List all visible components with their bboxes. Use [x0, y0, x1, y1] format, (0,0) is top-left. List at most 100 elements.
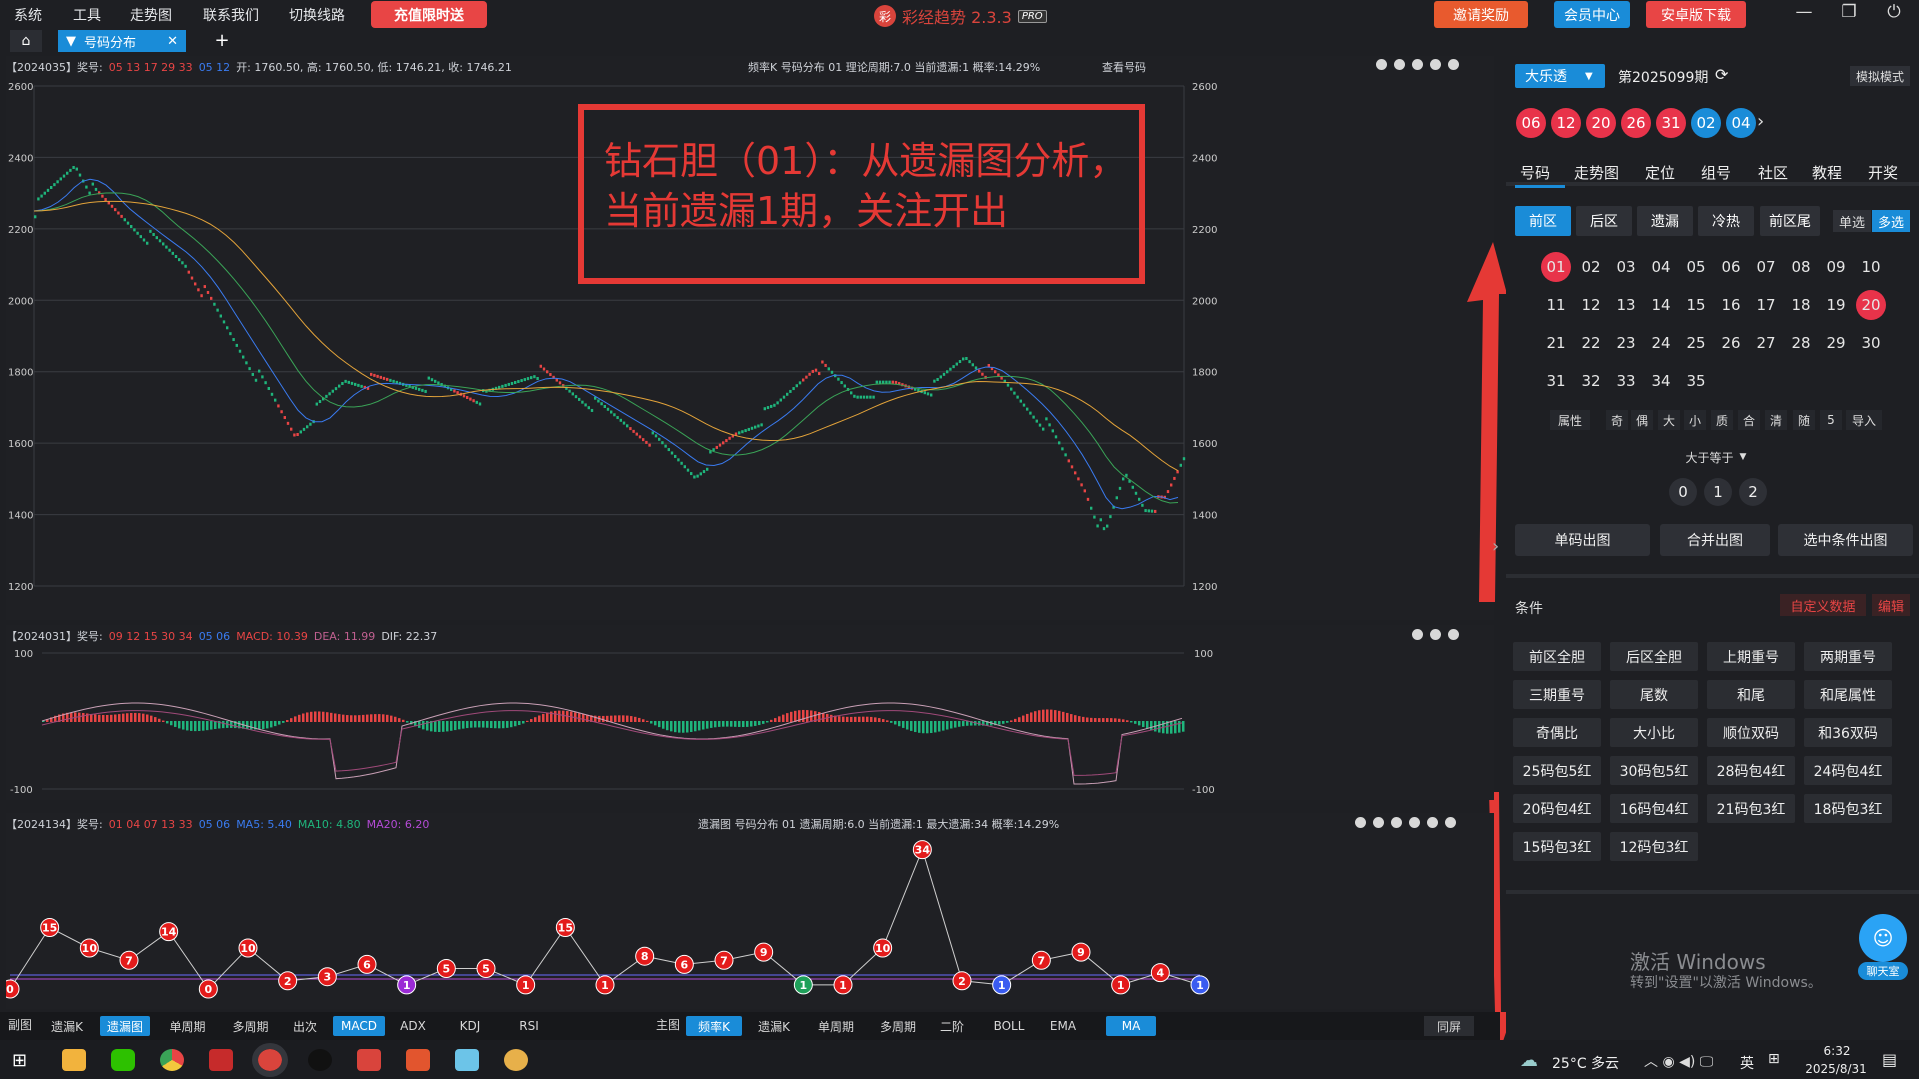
macd-chart[interactable]: 100 -100 100 -100: [6, 643, 1494, 799]
app-icon-1[interactable]: [209, 1049, 233, 1071]
attr-6[interactable]: 合: [1738, 410, 1760, 430]
attr-5[interactable]: 质: [1711, 410, 1733, 430]
number-03[interactable]: 03: [1611, 252, 1641, 282]
zone-tab-3[interactable]: 冷热: [1698, 206, 1754, 236]
condition-7[interactable]: 和尾属性: [1804, 680, 1892, 709]
same-screen-button[interactable]: 同屏: [1424, 1016, 1474, 1036]
tab-1[interactable]: 走势图: [1574, 162, 1619, 183]
gte-value-0[interactable]: 0: [1669, 478, 1697, 506]
miss-tool-icon[interactable]: [1427, 817, 1438, 828]
ime-mode-icon[interactable]: ⊞: [1768, 1051, 1780, 1067]
tab-0[interactable]: 号码: [1520, 162, 1550, 183]
miss-tool-icon[interactable]: [1355, 817, 1366, 828]
number-26[interactable]: 26: [1716, 328, 1746, 358]
condition-10[interactable]: 顺位双码: [1707, 718, 1795, 747]
windows-start-icon[interactable]: ⊞: [12, 1050, 27, 1071]
action-2[interactable]: 选中条件出图: [1778, 524, 1913, 556]
tab-3[interactable]: 组号: [1701, 162, 1731, 183]
menu-trend[interactable]: 走势图: [130, 5, 172, 25]
main-chart-6[interactable]: EMA: [1043, 1016, 1083, 1036]
tab-5[interactable]: 教程: [1812, 162, 1842, 183]
zone-tab-4[interactable]: 前区尾: [1760, 206, 1820, 236]
ime-indicator[interactable]: 英: [1740, 1053, 1754, 1073]
attr-3[interactable]: 大: [1658, 410, 1680, 430]
menu-contact[interactable]: 联系我们: [203, 5, 259, 25]
number-33[interactable]: 33: [1611, 366, 1641, 396]
chat-icon[interactable]: ☺: [1859, 914, 1907, 962]
number-02[interactable]: 02: [1576, 252, 1606, 282]
add-tab-button[interactable]: +: [206, 30, 238, 52]
gte-select[interactable]: 大于等于 ▼: [1680, 447, 1752, 467]
number-32[interactable]: 32: [1576, 366, 1606, 396]
number-18[interactable]: 18: [1786, 290, 1816, 320]
sub-chart-6[interactable]: ADX: [393, 1016, 433, 1036]
attr-2[interactable]: 偶: [1631, 410, 1653, 430]
gte-value-1[interactable]: 1: [1704, 478, 1732, 506]
number-23[interactable]: 23: [1611, 328, 1641, 358]
condition-19[interactable]: 18码包3红: [1804, 794, 1892, 823]
chart-tool-icon[interactable]: [1376, 59, 1387, 70]
condition-0[interactable]: 前区全胆: [1513, 642, 1601, 671]
wps-icon[interactable]: [357, 1049, 381, 1071]
chart-tool-icon[interactable]: [1412, 59, 1423, 70]
sub-chart-3[interactable]: 多周期: [223, 1016, 278, 1036]
chat-room-button[interactable]: 聊天室: [1858, 962, 1908, 980]
number-04[interactable]: 04: [1646, 252, 1676, 282]
zone-tab-2[interactable]: 遗漏: [1637, 206, 1693, 236]
main-chart-2[interactable]: 单周期: [808, 1016, 864, 1036]
attr-8[interactable]: 随: [1793, 410, 1815, 430]
condition-18[interactable]: 21码包3红: [1707, 794, 1795, 823]
refresh-icon[interactable]: ⟳: [1715, 65, 1728, 84]
main-chart-4[interactable]: 二阶: [932, 1016, 972, 1036]
main-chart-5[interactable]: BOLL: [987, 1016, 1031, 1036]
tray-icons[interactable]: ︿ ◉ ◀) 🖵: [1644, 1051, 1713, 1071]
restore-icon[interactable]: ❐: [1834, 2, 1864, 28]
lottery-select[interactable]: 大乐透 ▼: [1515, 64, 1605, 88]
number-06[interactable]: 06: [1716, 252, 1746, 282]
zone-tab-1[interactable]: 后区: [1576, 206, 1632, 236]
number-12[interactable]: 12: [1576, 290, 1606, 320]
miss-tool-icon[interactable]: [1373, 817, 1384, 828]
chrome-icon[interactable]: [160, 1049, 184, 1071]
chart-tool-icon[interactable]: [1430, 59, 1441, 70]
number-17[interactable]: 17: [1751, 290, 1781, 320]
chart-tool-icon[interactable]: [1394, 59, 1405, 70]
number-05[interactable]: 05: [1681, 252, 1711, 282]
number-25[interactable]: 25: [1681, 328, 1711, 358]
file-explorer-icon[interactable]: [62, 1049, 86, 1071]
sub-chart-8[interactable]: RSI: [509, 1016, 549, 1036]
chart-tool-icon[interactable]: [1448, 59, 1459, 70]
tab-6[interactable]: 开奖: [1868, 162, 1898, 183]
clock-date[interactable]: 2025/8/31: [1798, 1062, 1874, 1076]
lottery-app-icon[interactable]: [252, 1043, 288, 1077]
condition-9[interactable]: 大小比: [1610, 718, 1698, 747]
action-1[interactable]: 合并出图: [1660, 524, 1770, 556]
wechat-icon[interactable]: [111, 1049, 135, 1071]
sub-chart-0[interactable]: 遗漏K: [42, 1016, 92, 1036]
main-chart-3[interactable]: 多周期: [870, 1016, 926, 1036]
number-20[interactable]: 20: [1856, 290, 1886, 320]
tab-4[interactable]: 社区: [1758, 162, 1788, 183]
close-icon[interactable]: ✕: [167, 34, 178, 49]
attr-7[interactable]: 清: [1765, 410, 1787, 430]
power-icon[interactable]: ⏻: [1879, 2, 1909, 28]
app-icon-3[interactable]: [455, 1049, 479, 1071]
number-19[interactable]: 19: [1821, 290, 1851, 320]
number-07[interactable]: 07: [1751, 252, 1781, 282]
condition-2[interactable]: 上期重号: [1707, 642, 1795, 671]
number-34[interactable]: 34: [1646, 366, 1676, 396]
chevron-right-icon[interactable]: ›: [1757, 111, 1764, 132]
action-0[interactable]: 单码出图: [1515, 524, 1650, 556]
attr-10[interactable]: 导入: [1846, 410, 1882, 430]
app-icon-2[interactable]: [406, 1049, 430, 1071]
number-35[interactable]: 35: [1681, 366, 1711, 396]
edit-button[interactable]: 编辑: [1872, 594, 1910, 616]
macd-tool-icon[interactable]: [1430, 629, 1441, 640]
number-13[interactable]: 13: [1611, 290, 1641, 320]
condition-12[interactable]: 25码包5红: [1513, 756, 1601, 785]
condition-1[interactable]: 后区全胆: [1610, 642, 1698, 671]
promo-button[interactable]: 充值限时送: [371, 1, 487, 28]
sub-chart-4[interactable]: 出次: [285, 1016, 325, 1036]
number-28[interactable]: 28: [1786, 328, 1816, 358]
number-30[interactable]: 30: [1856, 328, 1886, 358]
